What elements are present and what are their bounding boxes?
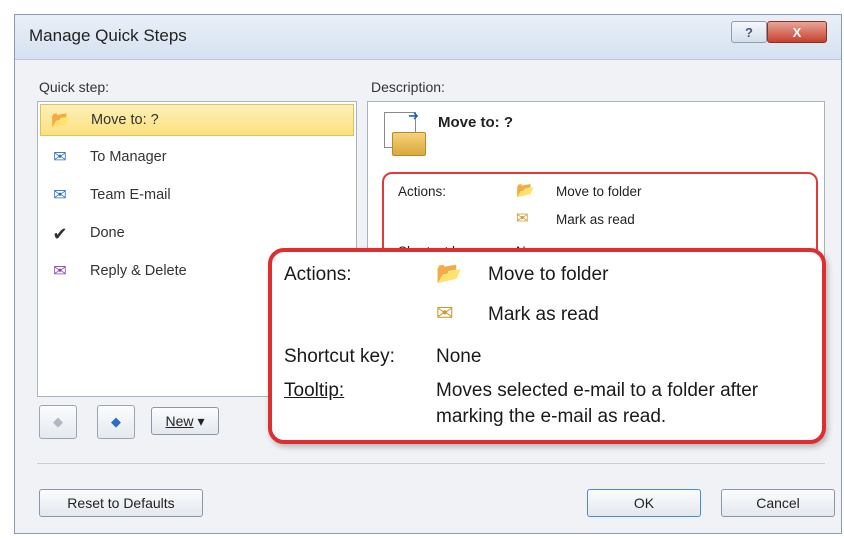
envelope-open-icon: ✉ [516, 210, 529, 227]
folder-move-icon: 📂 [516, 182, 535, 199]
team-mail-icon: ✉ [53, 187, 67, 204]
callout-tooltip-label: Tooltip: [284, 380, 345, 401]
close-button[interactable]: X [767, 21, 827, 43]
divider [37, 463, 825, 464]
arrow-up-icon: ◆ [53, 414, 63, 429]
action-label: Mark as read [556, 212, 635, 227]
arrow-down-icon: ◆ [111, 414, 121, 429]
list-item-to-manager[interactable]: ✉ To Manager [40, 142, 354, 174]
title-bar: Manage Quick Steps ? X [15, 15, 841, 60]
action-label: Move to folder [556, 184, 642, 199]
quick-step-label: Quick step: [39, 79, 110, 95]
cancel-button[interactable]: Cancel [721, 489, 835, 517]
list-item-label: Team E-mail [90, 187, 171, 203]
chevron-down-icon: ▾ [197, 413, 205, 429]
list-item-label: Done [90, 225, 125, 241]
callout-action-label: Mark as read [488, 304, 599, 325]
list-item-label: Move to: ? [91, 112, 159, 128]
checkmark-icon: ✔ [52, 224, 68, 244]
dialog-title: Manage Quick Steps [29, 26, 187, 45]
move-up-button[interactable]: ◆ [39, 405, 77, 439]
help-button[interactable]: ? [731, 21, 767, 43]
new-button[interactable]: New ▾ [151, 407, 219, 435]
zoom-callout: Actions: 📂 Move to folder ✉ Mark as read… [268, 248, 826, 444]
list-item-done[interactable]: ✔ Done [40, 218, 354, 250]
callout-action-label: Move to folder [488, 264, 609, 285]
forward-mail-icon: ✉ [53, 149, 67, 166]
list-item-move-to[interactable]: 📂 Move to: ? [40, 104, 354, 136]
description-title: Move to: ? [438, 114, 513, 131]
description-label: Description: [371, 79, 445, 95]
callout-tooltip-line1: Moves selected e-mail to a folder after [436, 380, 759, 401]
callout-tooltip-line2: marking the e-mail as read. [436, 406, 667, 427]
arrow-icon: ➜ [408, 108, 419, 123]
folder-icon [392, 132, 426, 156]
folder-move-icon: 📂 [51, 112, 71, 129]
ok-button[interactable]: OK [587, 489, 701, 517]
actions-label: Actions: [398, 184, 447, 199]
callout-shortcut-label: Shortcut key: [284, 346, 395, 367]
list-item-label: To Manager [90, 149, 167, 165]
list-item-label: Reply & Delete [90, 263, 187, 279]
list-item-team-email[interactable]: ✉ Team E-mail [40, 180, 354, 212]
callout-shortcut-value: None [436, 346, 482, 367]
move-down-button[interactable]: ◆ [97, 405, 135, 439]
folder-move-icon: 📂 [436, 262, 463, 285]
reset-to-defaults-button[interactable]: Reset to Defaults [39, 489, 203, 517]
callout-actions-label: Actions: [284, 264, 352, 285]
envelope-open-icon: ✉ [436, 302, 454, 325]
new-button-label: New [165, 413, 194, 429]
reply-delete-icon: ✉ [53, 263, 67, 280]
